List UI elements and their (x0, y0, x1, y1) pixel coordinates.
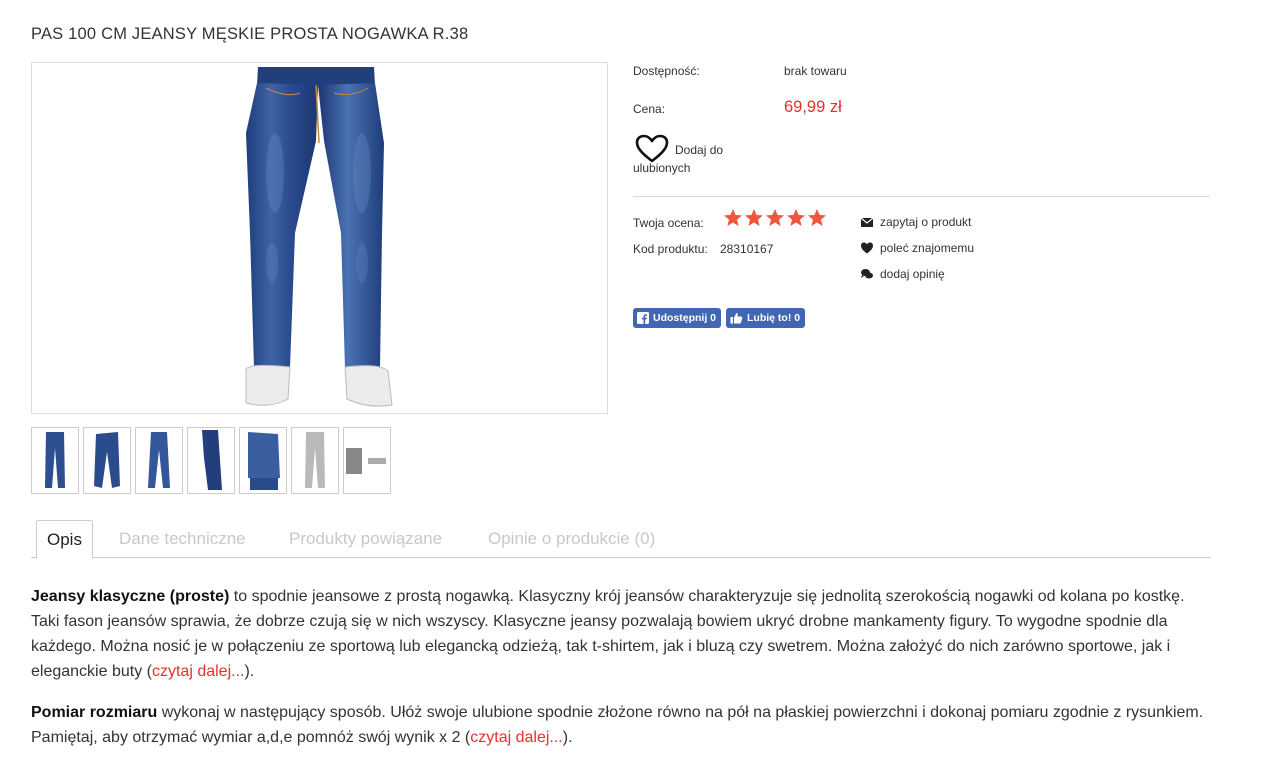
product-code-value: 28310167 (720, 242, 774, 256)
comments-icon (861, 269, 873, 279)
jeans-photo (245, 67, 393, 407)
social-buttons: Udostępnij 0 Lubię to! 0 (633, 308, 806, 328)
product-title: PAS 100 CM JEANSY MĘSKIE PROSTA NOGAWKA … (31, 25, 469, 43)
ask-about-product-label: zapytaj o produkt (880, 215, 972, 229)
availability-value: brak towaru (784, 64, 847, 78)
recommend-to-friend-label: poleć znajomemu (880, 241, 975, 255)
description-paragraph-2: Pomiar rozmiaru wykonaj w następujący sp… (31, 700, 1216, 750)
product-tabs: Opis Dane techniczne Produkty powiązane … (31, 520, 1211, 559)
tab-description[interactable]: Opis (36, 520, 93, 559)
availability-label: Dostępność: (633, 64, 700, 78)
description-end-1: ). (244, 663, 255, 680)
rating-label: Twoja ocena: (633, 216, 704, 230)
price-label: Cena: (633, 102, 666, 116)
description-paragraph-1: Jeansy klasyczne (proste) to spodnie jea… (31, 584, 1216, 684)
description-text-2: wykonaj w następujący sposób. Ułóż swoje… (31, 704, 1204, 746)
tab-technical-data[interactable]: Dane techniczne (119, 520, 246, 557)
read-more-link-2[interactable]: czytaj dalej... (470, 729, 562, 746)
thumbnail-5[interactable] (239, 427, 287, 494)
thumbnail-3[interactable] (135, 427, 183, 494)
star-icon[interactable] (765, 208, 785, 228)
star-icon[interactable] (807, 208, 827, 228)
facebook-share-button[interactable]: Udostępnij 0 (633, 308, 722, 328)
star-icon[interactable] (786, 208, 806, 228)
like-label: Lubię to! 0 (747, 312, 801, 324)
read-more-link-1[interactable]: czytaj dalej... (152, 663, 244, 680)
info-divider (633, 196, 1210, 197)
thumbnail-4[interactable] (187, 427, 235, 494)
thumbnail-7[interactable] (343, 427, 391, 494)
thumbs-up-icon (730, 313, 743, 324)
add-review-label: dodaj opinię (880, 267, 945, 281)
thumbnail-gallery (31, 427, 391, 494)
product-main-image[interactable] (31, 62, 608, 414)
star-icon[interactable] (744, 208, 764, 228)
facebook-like-button[interactable]: Lubię to! 0 (726, 308, 806, 328)
description-end-2: ). (562, 729, 573, 746)
share-label: Udostępnij 0 (653, 312, 717, 324)
envelope-icon (860, 217, 874, 227)
description-bold-2: Pomiar rozmiaru (31, 704, 158, 721)
product-description: Jeansy klasyczne (proste) to spodnie jea… (31, 584, 1216, 766)
tab-reviews[interactable]: Opinie o produkcie (0) (488, 520, 655, 557)
tab-related-products[interactable]: Produkty powiązane (289, 520, 442, 557)
add-to-favorites-label: Dodaj do ulubionych (633, 143, 724, 175)
heart-icon (861, 242, 873, 254)
description-bold-1: Jeansy klasyczne (proste) (31, 588, 230, 605)
thumbnail-1[interactable] (31, 427, 79, 494)
price-value: 69,99 zł (784, 98, 842, 116)
thumbnail-6[interactable] (291, 427, 339, 494)
facebook-icon (637, 312, 649, 324)
star-icon[interactable] (723, 208, 743, 228)
product-code-label: Kod produktu: (633, 242, 708, 256)
thumbnail-2[interactable] (83, 427, 131, 494)
rating-stars[interactable] (723, 208, 827, 228)
